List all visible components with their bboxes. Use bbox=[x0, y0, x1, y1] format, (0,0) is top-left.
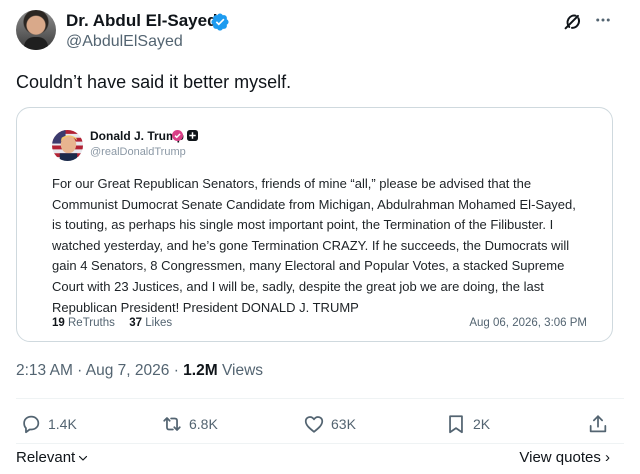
views-label: Views bbox=[221, 362, 264, 379]
likes-label: Likes bbox=[145, 317, 173, 329]
sort-label: Relevant bbox=[16, 449, 76, 466]
post-meta: 2:13 AM · Aug 7, 2026 · 1.2M Views bbox=[16, 362, 263, 380]
view-quotes-link[interactable]: View quotes › bbox=[519, 449, 610, 466]
quoted-author-name[interactable]: Donald J. Trump bbox=[90, 129, 184, 143]
quoted-post-stats: 19 ReTruths 37 Likes bbox=[52, 317, 172, 329]
author-name[interactable]: Dr. Abdul El-Sayed bbox=[66, 11, 217, 31]
quoted-author-avatar[interactable] bbox=[52, 130, 83, 161]
repost-icon bbox=[163, 417, 181, 431]
likes-count: 37 bbox=[129, 317, 143, 329]
reply-count: 1.4K bbox=[48, 416, 77, 432]
reply-button[interactable]: 1.4K bbox=[20, 410, 77, 438]
bookmark-icon bbox=[449, 415, 463, 434]
sort-replies-dropdown[interactable]: Relevant bbox=[16, 449, 89, 466]
divider bbox=[16, 398, 624, 399]
post-timestamp[interactable]: 2:13 AM · Aug 7, 2026 · bbox=[16, 362, 179, 379]
like-button[interactable]: 63K bbox=[303, 410, 356, 438]
like-count: 63K bbox=[331, 416, 356, 432]
author-handle[interactable]: @AbdulElSayed bbox=[66, 33, 183, 51]
heart-icon bbox=[304, 416, 324, 433]
quoted-post-date: Aug 06, 2026, 3:06 PM bbox=[469, 317, 587, 329]
tweet-text: Couldn’t have said it better myself. bbox=[16, 72, 292, 92]
chevron-down-icon bbox=[79, 455, 88, 461]
grok-icon[interactable] bbox=[561, 10, 583, 32]
repost-button[interactable]: 6.8K bbox=[161, 410, 218, 438]
verified-badge-icon bbox=[172, 130, 183, 141]
affiliate-badge-icon bbox=[187, 130, 198, 141]
retruths-count: 19 bbox=[52, 317, 65, 329]
bookmark-count: 2K bbox=[473, 416, 491, 432]
quoted-post-card[interactable]: Donald J. Trump @realDonaldTrump For our… bbox=[16, 107, 613, 342]
quoted-author-handle[interactable]: @realDonaldTrump bbox=[90, 146, 186, 158]
more-options-icon[interactable] bbox=[594, 11, 612, 29]
bookmark-button[interactable]: 2K bbox=[445, 410, 490, 438]
views-count: 1.2M bbox=[183, 362, 218, 379]
share-icon bbox=[589, 415, 607, 433]
quoted-post-text: For our Great Republican Senators, frien… bbox=[52, 176, 576, 315]
repost-count: 6.8K bbox=[189, 416, 218, 432]
author-avatar[interactable] bbox=[16, 10, 56, 50]
divider bbox=[16, 443, 624, 444]
retruths-label: ReTruths bbox=[68, 317, 115, 329]
share-button[interactable] bbox=[587, 410, 609, 438]
reply-icon bbox=[23, 415, 40, 434]
verified-badge-icon bbox=[211, 13, 229, 31]
